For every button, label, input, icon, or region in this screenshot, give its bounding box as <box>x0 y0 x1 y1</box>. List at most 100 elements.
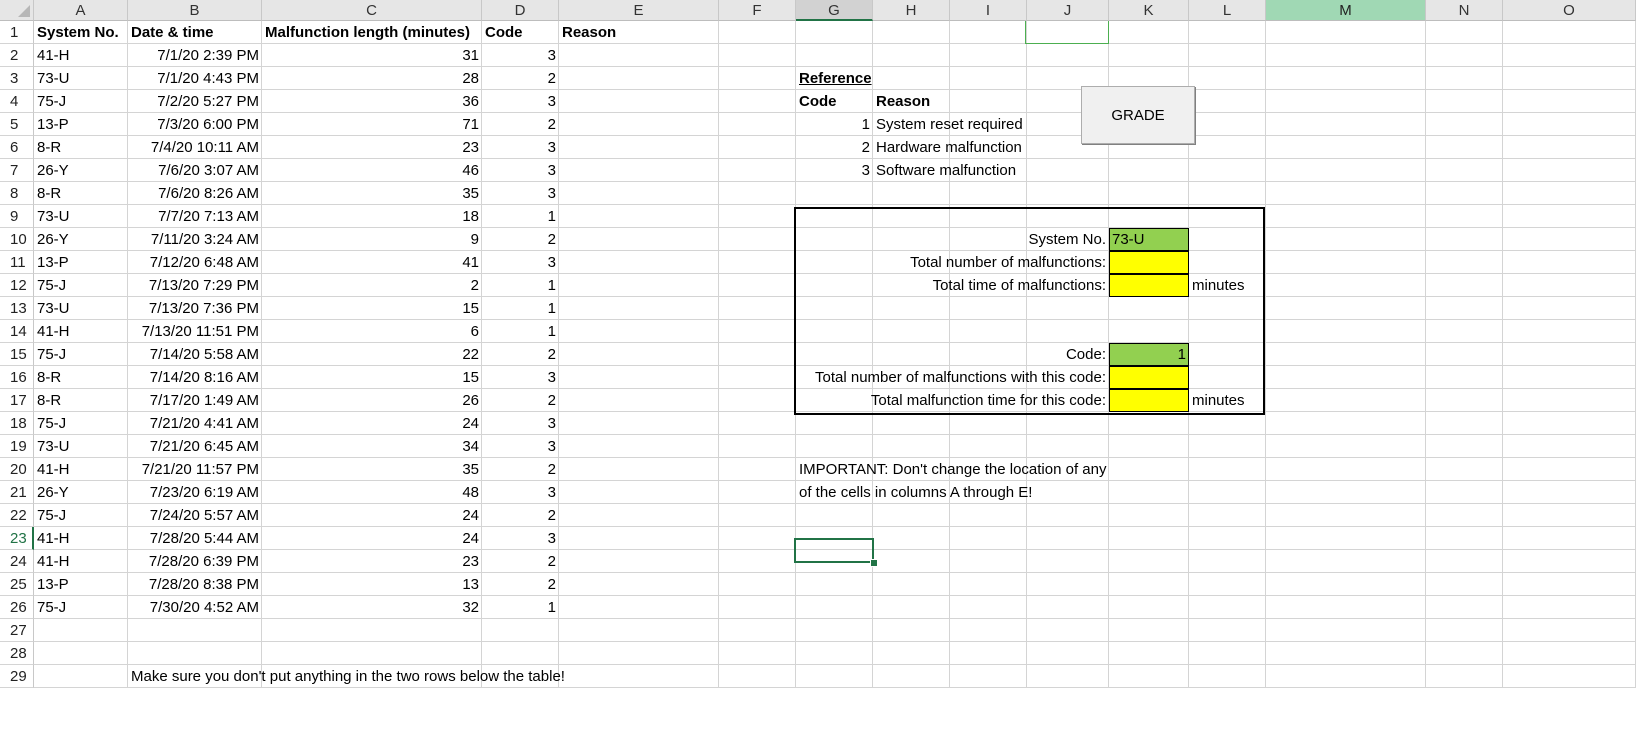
grid-cell[interactable] <box>559 44 719 67</box>
grid-cell[interactable] <box>1189 21 1266 44</box>
grid-cell[interactable] <box>1109 320 1189 343</box>
grid-cell[interactable] <box>34 619 128 642</box>
grid-cell[interactable] <box>1426 67 1503 90</box>
row-header-27[interactable]: 27 <box>0 619 34 642</box>
grid-cell[interactable] <box>1266 343 1426 366</box>
grid-cell[interactable] <box>1426 136 1503 159</box>
grid-cell[interactable] <box>873 550 950 573</box>
grid-cell[interactable] <box>1027 44 1109 67</box>
row-header-24[interactable]: 24 <box>0 550 34 573</box>
grid-cell[interactable] <box>1503 596 1636 619</box>
grid-cell[interactable] <box>1426 228 1503 251</box>
grid-cell[interactable] <box>559 205 719 228</box>
grid-cell[interactable] <box>719 159 796 182</box>
grid-cell[interactable] <box>1503 44 1636 67</box>
column-header-e[interactable]: E <box>559 0 719 21</box>
grid-cell[interactable] <box>1109 550 1189 573</box>
row-header-19[interactable]: 19 <box>0 435 34 458</box>
grid-cell[interactable] <box>1109 504 1189 527</box>
row-header-25[interactable]: 25 <box>0 573 34 596</box>
grid-cell[interactable] <box>1109 527 1189 550</box>
grid-cell[interactable] <box>1426 21 1503 44</box>
grid-cell[interactable] <box>1426 619 1503 642</box>
grid-cell[interactable] <box>1027 297 1109 320</box>
grid-cell[interactable] <box>796 297 873 320</box>
grid-cell[interactable] <box>1503 205 1636 228</box>
row-header-20[interactable]: 20 <box>0 458 34 481</box>
grid-cell[interactable] <box>559 136 719 159</box>
grid-cell[interactable] <box>1109 642 1189 665</box>
grid-cell[interactable] <box>1426 113 1503 136</box>
grid-cell[interactable] <box>719 573 796 596</box>
grid-cell[interactable] <box>719 458 796 481</box>
grid-cell[interactable] <box>1189 44 1266 67</box>
grid-cell[interactable] <box>1266 573 1426 596</box>
grid-cell[interactable] <box>1027 550 1109 573</box>
grid-cell[interactable] <box>1426 389 1503 412</box>
grid-cell[interactable] <box>1266 297 1426 320</box>
row-header-7[interactable]: 7 <box>0 159 34 182</box>
grid-cell[interactable] <box>1503 619 1636 642</box>
column-header-k[interactable]: K <box>1109 0 1189 21</box>
grid-cell[interactable] <box>1503 228 1636 251</box>
fill-handle[interactable] <box>870 559 878 567</box>
row-header-26[interactable]: 26 <box>0 596 34 619</box>
grid-cell[interactable] <box>262 619 482 642</box>
grid-cell[interactable] <box>1109 44 1189 67</box>
grid-cell[interactable] <box>873 573 950 596</box>
grid-cell[interactable] <box>1189 596 1266 619</box>
grid-cell[interactable] <box>1426 320 1503 343</box>
grid-cell[interactable] <box>1109 665 1189 688</box>
grid-cell[interactable] <box>950 550 1027 573</box>
grid-cell[interactable] <box>1109 573 1189 596</box>
grid-cell[interactable] <box>719 21 796 44</box>
grid-cell[interactable] <box>559 67 719 90</box>
grid-cell[interactable] <box>1426 458 1503 481</box>
grid-cell[interactable] <box>796 412 873 435</box>
grid-cell[interactable] <box>559 274 719 297</box>
grid-cell[interactable] <box>1027 573 1109 596</box>
grid-cell[interactable] <box>559 251 719 274</box>
grid-cell[interactable] <box>1426 274 1503 297</box>
grid-cell[interactable] <box>1426 435 1503 458</box>
grid-cell[interactable] <box>796 619 873 642</box>
grid-cell[interactable] <box>950 435 1027 458</box>
row-header-10[interactable]: 10 <box>0 228 34 251</box>
grid-cell[interactable] <box>1266 136 1426 159</box>
grid-cell[interactable] <box>950 412 1027 435</box>
grid-cell[interactable] <box>873 412 950 435</box>
grid-cell[interactable] <box>559 596 719 619</box>
grid-cell[interactable] <box>1189 619 1266 642</box>
grid-cell[interactable] <box>1266 458 1426 481</box>
grid-cell[interactable] <box>559 343 719 366</box>
row-header-6[interactable]: 6 <box>0 136 34 159</box>
grid-cell[interactable] <box>719 320 796 343</box>
grid-cell[interactable] <box>1027 596 1109 619</box>
grid-cell[interactable] <box>950 44 1027 67</box>
grid-cell[interactable] <box>1426 366 1503 389</box>
grid-cell[interactable] <box>1426 159 1503 182</box>
grid-cell[interactable] <box>719 596 796 619</box>
grid-cell[interactable] <box>1426 665 1503 688</box>
grid-cell[interactable] <box>1266 550 1426 573</box>
grid-cell[interactable] <box>1189 435 1266 458</box>
grid-cell[interactable] <box>1266 228 1426 251</box>
grid-cell[interactable] <box>1503 113 1636 136</box>
column-header-j[interactable]: J <box>1027 0 1109 21</box>
grid-cell[interactable] <box>1426 44 1503 67</box>
row-header-18[interactable]: 18 <box>0 412 34 435</box>
grid-cell[interactable] <box>950 504 1027 527</box>
grid-cell[interactable] <box>719 182 796 205</box>
grid-cell[interactable] <box>1266 274 1426 297</box>
row-header-2[interactable]: 2 <box>0 44 34 67</box>
grid-cell[interactable] <box>1266 21 1426 44</box>
grid-cell[interactable] <box>1189 343 1266 366</box>
column-header-a[interactable]: A <box>34 0 128 21</box>
row-header-4[interactable]: 4 <box>0 90 34 113</box>
grid-cell[interactable] <box>559 228 719 251</box>
column-header-i[interactable]: I <box>950 0 1027 21</box>
grid-cell[interactable] <box>1503 251 1636 274</box>
grid-cell[interactable] <box>1503 504 1636 527</box>
grid-cell[interactable] <box>1266 44 1426 67</box>
grid-cell[interactable] <box>950 573 1027 596</box>
